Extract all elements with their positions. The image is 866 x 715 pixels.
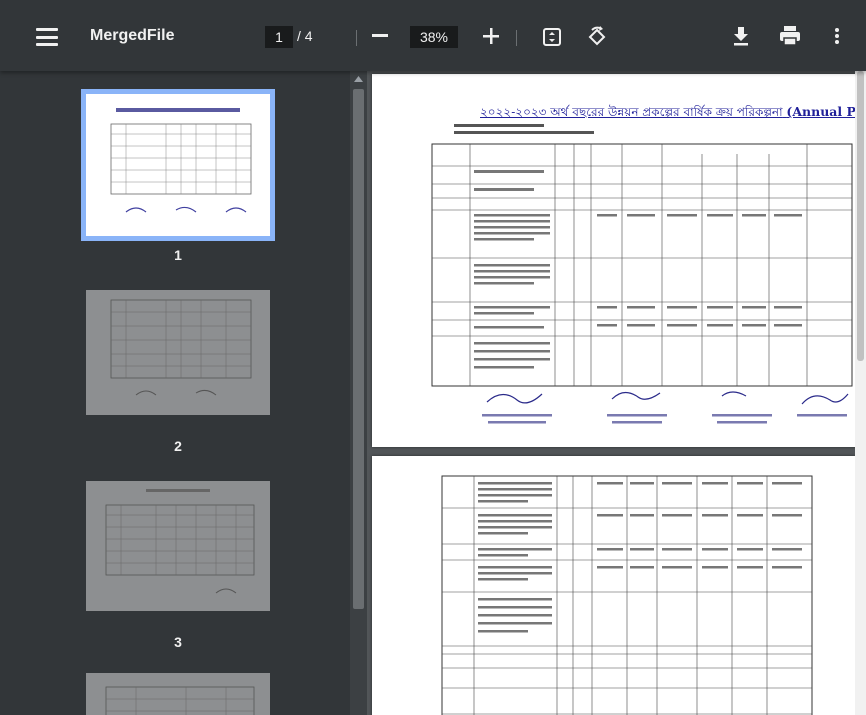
thumbnail-label-2: 2 [174, 438, 182, 454]
document-page-2 [372, 456, 856, 715]
zoom-in-icon[interactable] [480, 25, 502, 47]
toolbar-divider [356, 30, 357, 46]
document-scrollbar[interactable] [855, 71, 866, 715]
more-vert-icon[interactable] [830, 25, 844, 47]
thumbnail-label-1: 1 [174, 247, 182, 263]
thumbnail-label-3: 3 [174, 634, 182, 650]
thumbnail-page-1[interactable] [81, 89, 275, 241]
zoom-out-icon[interactable] [372, 34, 388, 37]
sidebar-scroll-thumb[interactable] [353, 89, 364, 609]
menu-icon[interactable] [36, 28, 58, 46]
document-page-1: ২০২২-২০২৩ অর্থ বছরের উন্নয়ন প্রকল্পের ব… [372, 74, 856, 447]
sidebar-scrollbar[interactable] [350, 71, 367, 715]
fit-page-icon[interactable] [541, 26, 563, 48]
thumbnail-page-3[interactable] [86, 481, 270, 611]
zoom-input[interactable]: 38% [410, 26, 458, 48]
print-icon[interactable] [778, 25, 802, 47]
thumbnail-page-2[interactable] [86, 290, 270, 415]
thumbnail-page-4[interactable] [86, 673, 270, 715]
rotate-icon[interactable] [585, 25, 609, 49]
file-title: MergedFile [90, 27, 175, 44]
pdf-toolbar: MergedFile 1 / 4 38% [0, 0, 866, 71]
document-viewer[interactable]: ২০২২-২০২৩ অর্থ বছরের উন্নয়ন প্রকল্পের ব… [367, 71, 866, 715]
page-number-input[interactable]: 1 [265, 26, 293, 48]
download-icon[interactable] [730, 25, 752, 47]
document-scroll-thumb[interactable] [857, 71, 864, 361]
toolbar-divider [516, 30, 517, 46]
page-total: / 4 [297, 28, 313, 44]
thumbnail-sidebar: 1 2 3 [0, 71, 350, 715]
